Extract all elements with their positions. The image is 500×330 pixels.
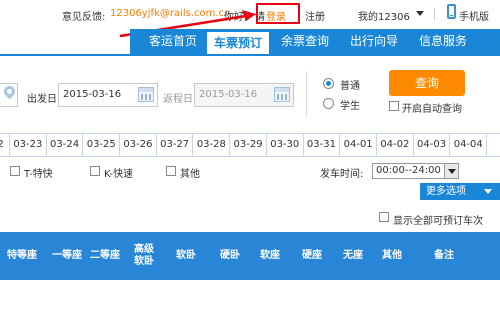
date-strip-item[interactable]: 03-27	[157, 134, 194, 156]
passenger-type-normal-radio[interactable]	[323, 78, 334, 89]
nav-item-travel-guide[interactable]: 出行向导	[341, 29, 407, 54]
depart-time-label: 发车时间:	[320, 169, 364, 180]
nav-item-ticket-query[interactable]: 余票查询	[273, 29, 337, 54]
table-header-cell: 硬卧	[220, 250, 240, 261]
date-strip-item[interactable]: 04-01	[340, 134, 377, 156]
t-express-label: T-特快	[24, 169, 53, 180]
other-train-checkbox[interactable]	[166, 166, 176, 176]
more-options-button[interactable]: 更多选项	[420, 183, 500, 200]
k-fast-checkbox[interactable]	[90, 166, 100, 176]
calendar-icon[interactable]	[138, 87, 154, 102]
date-strip-item[interactable]: 2	[0, 134, 10, 156]
date-strip-item[interactable]: 04-03	[414, 134, 451, 156]
search-divider	[306, 71, 307, 117]
table-header-cell: 软卧	[176, 250, 196, 261]
show-all-checkbox[interactable]	[379, 212, 389, 222]
table-header-cell: 一等座	[52, 250, 82, 261]
date-strip-item[interactable]: 03-29	[230, 134, 267, 156]
passenger-type-student-label: 学生	[340, 101, 360, 112]
table-header-cell: 软座	[260, 250, 280, 261]
date-strip-item[interactable]: 03-30	[267, 134, 304, 156]
nav-item-info-service[interactable]: 信息服务	[410, 29, 476, 54]
table-header-text: 高级软卧	[134, 244, 154, 267]
table-header-cell: 无座	[343, 250, 363, 261]
show-all-label: 显示全部可预订车次	[393, 216, 483, 227]
date-strip-item[interactable]: 03-25	[83, 134, 121, 156]
date-strip-item[interactable]: 04-04	[450, 134, 488, 156]
passenger-type-student-radio[interactable]	[323, 98, 334, 109]
date-strip-item[interactable]: 03-31	[304, 134, 341, 156]
table-header-cell: 高级软卧	[124, 232, 164, 280]
passenger-type-normal-label: 普通	[340, 81, 360, 92]
t-express-checkbox[interactable]	[10, 166, 20, 176]
chevron-down-icon[interactable]	[444, 164, 458, 178]
date-strip-item[interactable]: 03-28	[194, 134, 231, 156]
date-strip-item[interactable]: 04-02	[377, 134, 414, 156]
table-header-cell: 特等座	[7, 250, 37, 261]
table-header-cell: 备注	[434, 250, 454, 261]
date-strip-item[interactable]: 03-24	[47, 134, 84, 156]
table-header-cell: 其他	[382, 250, 402, 261]
query-button[interactable]: 查询	[389, 70, 465, 96]
nav-item-home[interactable]: 客运首页	[140, 29, 206, 54]
other-train-label: 其他	[180, 169, 200, 180]
table-header-cell: 硬座	[302, 250, 322, 261]
date-strip-item[interactable]: 03-26	[120, 134, 157, 156]
nav-underline	[0, 54, 500, 56]
k-fast-label: K-快速	[104, 169, 134, 180]
nav-item-ticket-booking[interactable]: 车票预订	[207, 29, 269, 54]
return-date-label: 返程日	[163, 94, 193, 105]
auto-query-checkbox[interactable]	[389, 101, 399, 111]
date-strip-item[interactable]: 03-23	[10, 134, 47, 156]
depart-date-label: 出发日	[27, 94, 57, 105]
auto-query-label: 开启自动查询	[402, 104, 462, 115]
calendar-icon[interactable]	[274, 87, 290, 102]
table-header-cell: 二等座	[90, 250, 120, 261]
